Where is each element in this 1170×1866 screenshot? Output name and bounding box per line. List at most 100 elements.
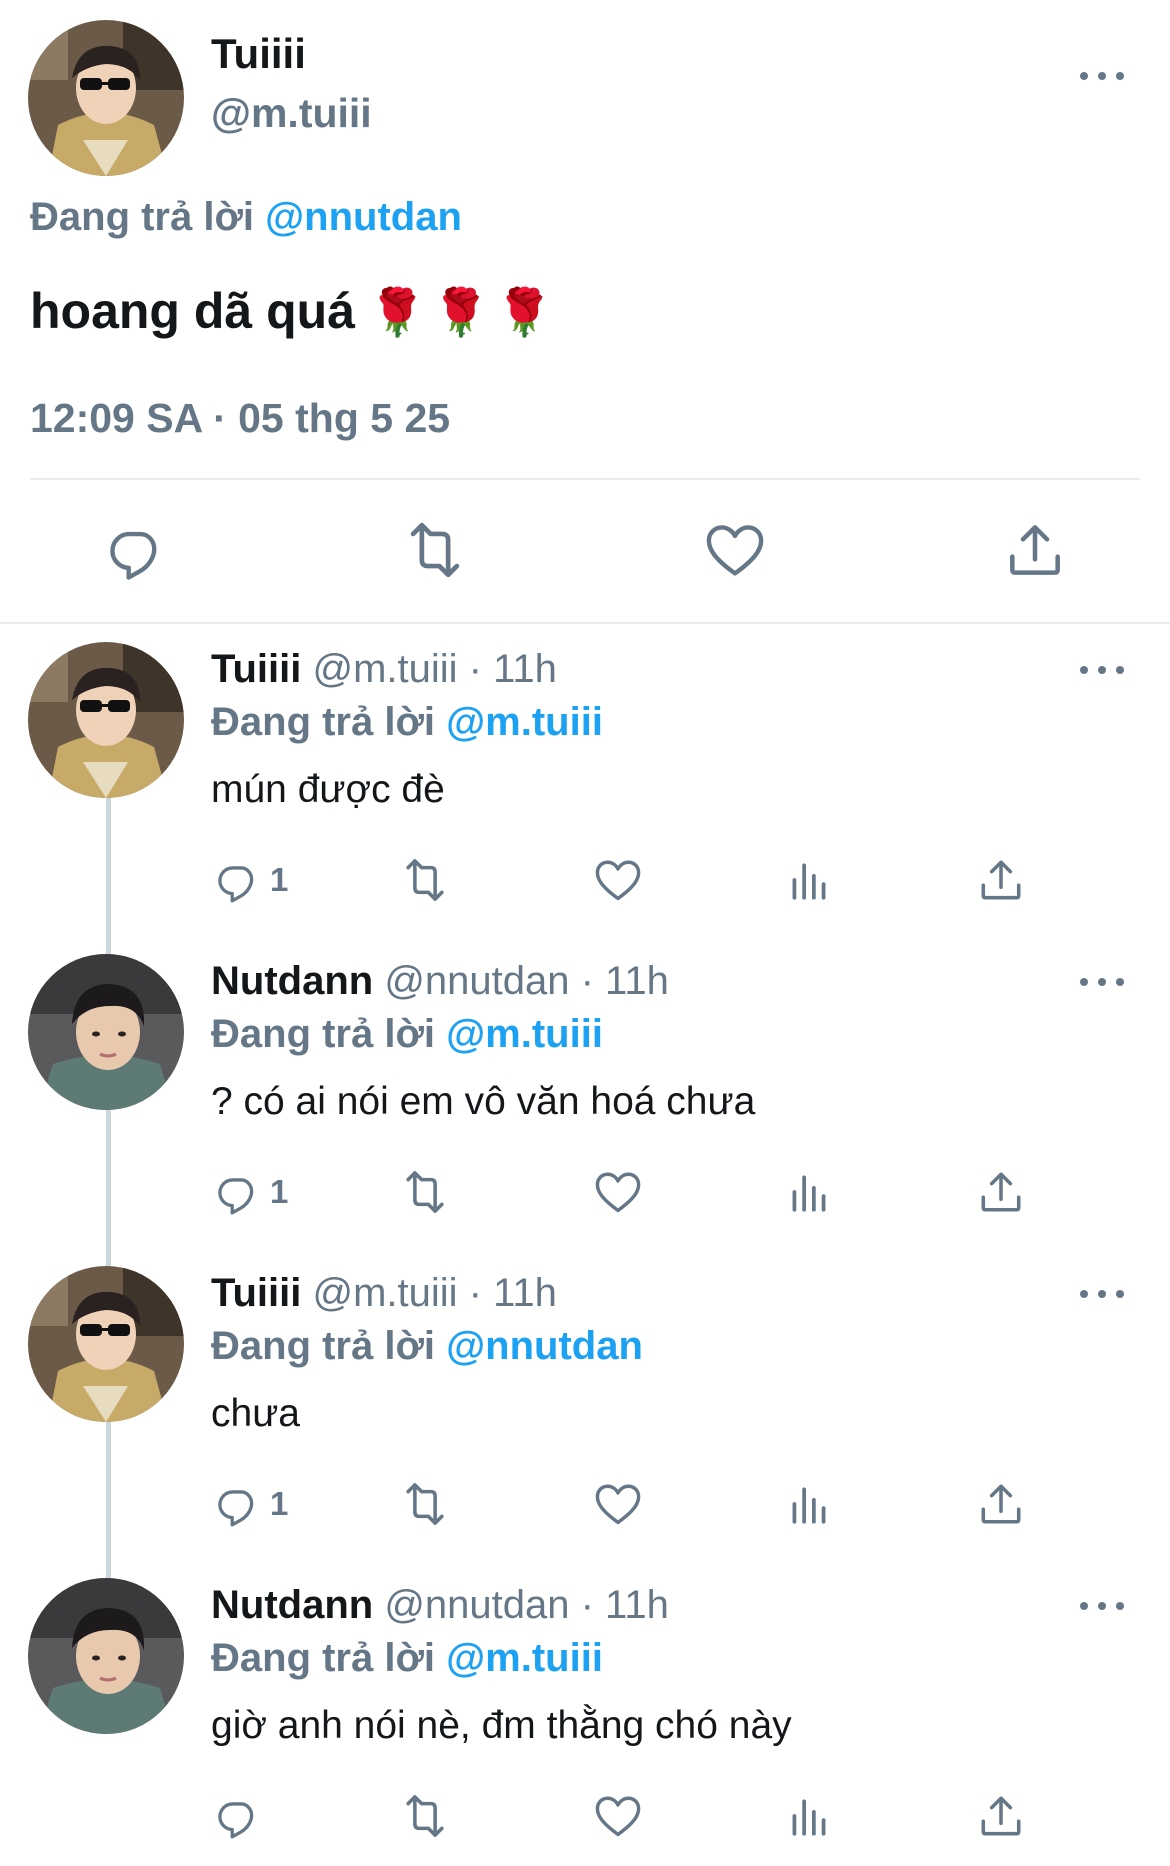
avatar-image-icon <box>28 1578 184 1734</box>
thread-line <box>106 1422 111 1580</box>
comment-bubble-icon <box>212 1791 262 1841</box>
replying-to-link[interactable]: @m.tuiii <box>446 1012 603 1056</box>
reply-button[interactable] <box>90 505 180 595</box>
replying-to-link[interactable]: @m.tuiii <box>446 700 603 744</box>
retweet-button[interactable] <box>398 850 452 910</box>
replying-to-label: Đang trả lời <box>211 700 436 744</box>
reply-action-bar: 1 <box>200 1162 1060 1222</box>
reply-action-bar: 1 <box>200 850 1060 910</box>
comment-bubble-icon <box>212 1479 262 1529</box>
like-button[interactable] <box>690 505 780 595</box>
more-options-button[interactable] <box>1072 962 1132 1002</box>
retweet-icon <box>398 1789 452 1843</box>
divider <box>0 622 1170 624</box>
reply-button[interactable]: 1 <box>212 1162 288 1222</box>
share-button[interactable] <box>976 1786 1026 1846</box>
user-handle[interactable]: @m.tuiii <box>211 90 372 137</box>
reply-text: ? có ai nói em vô văn hoá chưa <box>211 1080 756 1123</box>
share-button[interactable] <box>976 1474 1026 1534</box>
like-button[interactable] <box>592 1786 644 1846</box>
tweet-text: hoang dã quá 🌹🌹🌹 <box>30 282 559 340</box>
display-name[interactable]: Tuiiii <box>211 1271 301 1315</box>
retweet-button[interactable] <box>398 1786 452 1846</box>
reply-text: giờ anh nói nè, đm thằng chó này <box>211 1704 792 1747</box>
display-name[interactable]: Nutdann <box>211 959 373 1003</box>
share-button[interactable] <box>976 1162 1026 1222</box>
retweet-icon <box>398 1477 452 1531</box>
display-name[interactable]: Nutdann <box>211 1583 373 1627</box>
handle-and-time: @m.tuiii · 11h <box>312 647 557 691</box>
tweet-text-body: hoang dã quá <box>30 283 355 339</box>
avatar[interactable] <box>28 1578 184 1734</box>
more-options-button[interactable] <box>1072 56 1132 96</box>
reply-header: Tuiiii @m.tuiii · 11h <box>211 647 557 692</box>
avatar-image-icon <box>28 642 184 798</box>
divider <box>30 478 1140 480</box>
replying-to-line: Đang trả lời @nnutdan <box>30 195 462 240</box>
thread-line <box>106 798 111 956</box>
rose-emoji: 🌹🌹🌹 <box>368 286 559 338</box>
bar-chart-icon <box>784 855 834 905</box>
retweet-icon <box>398 1165 452 1219</box>
reply-header: Nutdann @nnutdan · 11h <box>211 1583 669 1628</box>
thread-line <box>106 1110 111 1268</box>
reply-action-bar <box>200 1786 1060 1846</box>
avatar[interactable] <box>28 954 184 1110</box>
retweet-button[interactable] <box>390 505 480 595</box>
handle-and-time: @nnutdan · 11h <box>384 959 669 1003</box>
replying-to-link[interactable]: @nnutdan <box>265 195 462 239</box>
replying-to-line: Đang trả lời @nnutdan <box>211 1324 643 1369</box>
more-options-button[interactable] <box>1072 650 1132 690</box>
display-name[interactable]: Tuiiii <box>211 647 301 691</box>
more-dots-icon <box>1080 1596 1124 1616</box>
replying-to-link[interactable]: @m.tuiii <box>446 1636 603 1680</box>
reply-header: Nutdann @nnutdan · 11h <box>211 959 669 1004</box>
avatar-image-icon <box>28 20 184 176</box>
handle-and-time: @m.tuiii · 11h <box>312 1271 557 1315</box>
reply-button[interactable]: 1 <box>212 1474 288 1534</box>
like-button[interactable] <box>592 1474 644 1534</box>
bar-chart-icon <box>784 1167 834 1217</box>
tweet-timestamp[interactable]: 12:09 SA · 05 thg 5 25 <box>30 395 450 442</box>
display-name[interactable]: Tuiiii <box>211 30 306 78</box>
views-button[interactable] <box>784 1786 834 1846</box>
handle-and-time: @nnutdan · 11h <box>384 1583 669 1627</box>
replying-to-label: Đang trả lời <box>211 1324 436 1368</box>
views-button[interactable] <box>784 1474 834 1534</box>
replying-to-label: Đang trả lời <box>211 1012 436 1056</box>
more-dots-icon <box>1080 1284 1124 1304</box>
more-options-button[interactable] <box>1072 1586 1132 1626</box>
comment-bubble-icon <box>212 855 262 905</box>
more-dots-icon <box>1080 972 1124 992</box>
replying-to-link[interactable]: @nnutdan <box>446 1324 643 1368</box>
heart-icon <box>592 1478 644 1530</box>
more-options-button[interactable] <box>1072 1274 1132 1314</box>
avatar-image-icon <box>28 954 184 1110</box>
views-button[interactable] <box>784 1162 834 1222</box>
comment-bubble-icon <box>212 1167 262 1217</box>
heart-icon <box>592 1790 644 1842</box>
like-button[interactable] <box>592 850 644 910</box>
reply-button[interactable]: 1 <box>212 850 288 910</box>
share-upload-icon <box>1003 518 1067 582</box>
bar-chart-icon <box>784 1479 834 1529</box>
heart-icon <box>592 854 644 906</box>
avatar[interactable] <box>28 642 184 798</box>
share-button[interactable] <box>990 505 1080 595</box>
like-button[interactable] <box>592 1162 644 1222</box>
share-button[interactable] <box>976 850 1026 910</box>
reply-count: 1 <box>270 1485 289 1522</box>
avatar[interactable] <box>28 1266 184 1422</box>
comment-bubble-icon <box>102 517 168 583</box>
more-dots-icon <box>1080 66 1124 86</box>
reply-header: Tuiiii @m.tuiii · 11h <box>211 1271 557 1316</box>
share-upload-icon <box>976 1791 1026 1841</box>
reply-button[interactable] <box>212 1786 270 1846</box>
views-button[interactable] <box>784 850 834 910</box>
avatar[interactable] <box>28 20 184 176</box>
retweet-button[interactable] <box>398 1474 452 1534</box>
share-upload-icon <box>976 1479 1026 1529</box>
more-dots-icon <box>1080 660 1124 680</box>
tweet-action-bar <box>0 505 1170 595</box>
retweet-button[interactable] <box>398 1162 452 1222</box>
